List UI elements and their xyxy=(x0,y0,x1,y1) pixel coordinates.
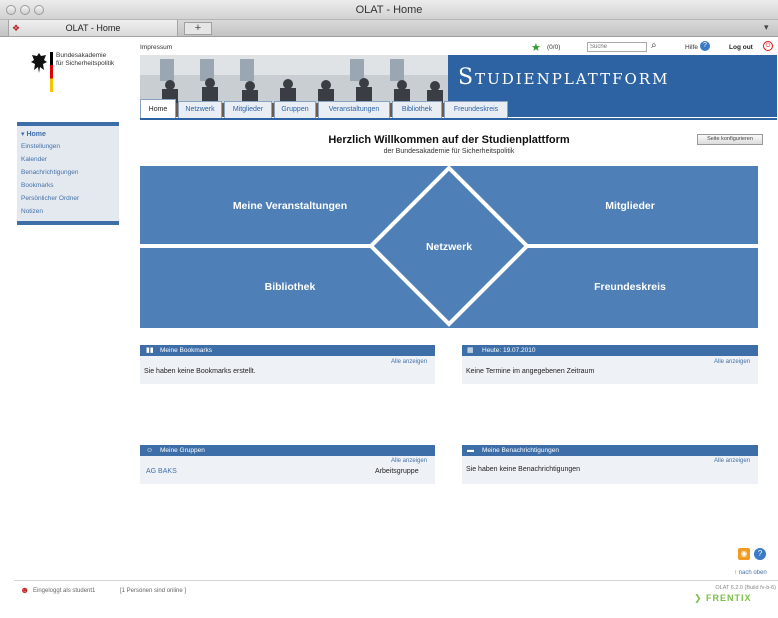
tile-mitglieder[interactable]: Mitglieder xyxy=(540,200,720,212)
tile-bibliothek[interactable]: Bibliothek xyxy=(200,281,380,293)
flag-bar xyxy=(50,52,53,92)
frentix-logo[interactable]: FRENTIX xyxy=(706,593,752,603)
banner-title: Studienplattform xyxy=(458,65,670,90)
today-all-link[interactable]: Alle anzeigen xyxy=(714,359,750,365)
today-empty-text: Keine Termine im angegebenen Zeitraum xyxy=(466,368,595,375)
sidebar-item-bookmarks[interactable]: Bookmarks xyxy=(21,182,117,189)
session-count[interactable]: (0/0) xyxy=(547,44,560,51)
search-icon[interactable]: ⌕ xyxy=(651,40,657,51)
help-icon[interactable]: ? xyxy=(700,41,710,51)
sidebar-item-kalender[interactable]: Kalender xyxy=(21,156,117,163)
page-subtitle: der Bundesakademie für Sicherheitspoliti… xyxy=(383,148,515,155)
help-link[interactable]: Hilfe xyxy=(685,44,698,51)
bookmarks-all-link[interactable]: Alle anzeigen xyxy=(391,359,427,365)
tab-overflow-icon[interactable]: ▾ xyxy=(764,22,769,33)
sidebar-nav: ▾ Home Einstellungen Kalender Benachrich… xyxy=(17,122,119,225)
tab-netzwerk[interactable]: Netzwerk xyxy=(178,101,222,118)
tab-bibliothek[interactable]: Bibliothek xyxy=(392,101,442,118)
back-to-top-link[interactable]: ↑ nach oben xyxy=(734,570,767,576)
bookmarks-empty-text: Sie haben keine Bookmarks erstellt. xyxy=(144,368,256,375)
tabs-underline xyxy=(140,118,777,120)
search-input[interactable] xyxy=(587,42,647,52)
group-icon: ☺ xyxy=(146,447,154,454)
frentix-logo-icon: ❯ xyxy=(694,593,702,603)
group-link[interactable]: AG BAKS xyxy=(146,468,177,475)
footer-divider xyxy=(14,580,778,581)
tab-home[interactable]: Home xyxy=(140,99,176,118)
portlet-bookmarks-title: Meine Bookmarks xyxy=(160,347,213,354)
tab-veranstaltungen[interactable]: Veranstaltungen xyxy=(318,101,390,118)
portlet-notifications-header: Meine Benachrichtigungen xyxy=(462,445,758,456)
portlet-today-header: Heute: 19.07.2010 xyxy=(462,345,758,356)
eagle-icon xyxy=(31,53,47,73)
portlet-groups-header: Meine Gruppen xyxy=(140,445,435,456)
version-info: OLAT 6.2.0 (Build fv-b-6) xyxy=(715,585,776,591)
calendar-icon: ▦ xyxy=(467,347,474,354)
favicon-icon: ❖ xyxy=(12,23,21,33)
tab-freundeskreis[interactable]: Freundeskreis xyxy=(444,101,508,118)
logged-in-status[interactable]: Eingeloggt als student1 xyxy=(33,588,95,594)
notifications-empty-text: Sie haben keine Benachrichtigungen xyxy=(466,466,581,473)
page-title: Herzlich Willkommen auf der Studienplatt… xyxy=(328,134,570,146)
portlet-notifications-title: Meine Benachrichtigungen xyxy=(482,447,559,454)
power-icon[interactable]: ⏻ xyxy=(763,41,773,51)
tile-meine-veranstaltungen[interactable]: Meine Veranstaltungen xyxy=(180,200,400,212)
sidebar-item-home[interactable]: ▾ Home xyxy=(21,130,117,138)
configure-page-button[interactable]: Seite konfigurieren xyxy=(697,134,763,145)
org-name: Bundesakademie für Sicherheitspolitik xyxy=(56,52,115,67)
tab-mitglieder[interactable]: Mitglieder xyxy=(224,101,272,118)
user-icon: ☻ xyxy=(20,585,30,595)
sidebar-item-notizen[interactable]: Notizen xyxy=(21,208,117,215)
notifications-all-link[interactable]: Alle anzeigen xyxy=(714,458,750,464)
logout-link[interactable]: Log out xyxy=(729,44,753,51)
portlet-groups-title: Meine Gruppen xyxy=(160,447,205,454)
tile-netzwerk[interactable]: Netzwerk xyxy=(399,241,499,253)
sidebar-item-persoenlicher-ordner[interactable]: Persönlicher Ordner xyxy=(21,195,117,202)
portlet-bookmarks-header: Meine Bookmarks xyxy=(140,345,435,356)
tab-gruppen[interactable]: Gruppen xyxy=(274,101,316,118)
browser-tab[interactable]: OLAT - Home xyxy=(8,20,178,37)
impressum-link[interactable]: Impressum xyxy=(140,44,172,51)
online-count[interactable]: [1 Personen sind online ] xyxy=(120,588,186,594)
bookmark-icon: ▮▮ xyxy=(146,347,154,354)
rss-icon[interactable]: ◉ xyxy=(738,548,750,560)
star-icon[interactable]: ★ xyxy=(531,41,541,54)
sidebar-item-einstellungen[interactable]: Einstellungen xyxy=(21,143,117,150)
tile-navigation: Meine Veranstaltungen Mitglieder Netzwer… xyxy=(140,166,758,328)
tile-freundeskreis[interactable]: Freundeskreis xyxy=(540,281,720,293)
new-tab-button[interactable]: + xyxy=(184,22,212,35)
groups-all-link[interactable]: Alle anzeigen xyxy=(391,458,427,464)
portlet-today-title: Heute: 19.07.2010 xyxy=(482,347,536,354)
help-icon[interactable]: ? xyxy=(754,548,766,560)
window-title: OLAT - Home xyxy=(355,4,423,16)
notification-icon: ▬ xyxy=(467,447,474,454)
group-type: Arbeitsgruppe xyxy=(375,468,419,475)
sidebar-item-benachrichtigungen[interactable]: Benachrichtigungen xyxy=(21,169,117,176)
